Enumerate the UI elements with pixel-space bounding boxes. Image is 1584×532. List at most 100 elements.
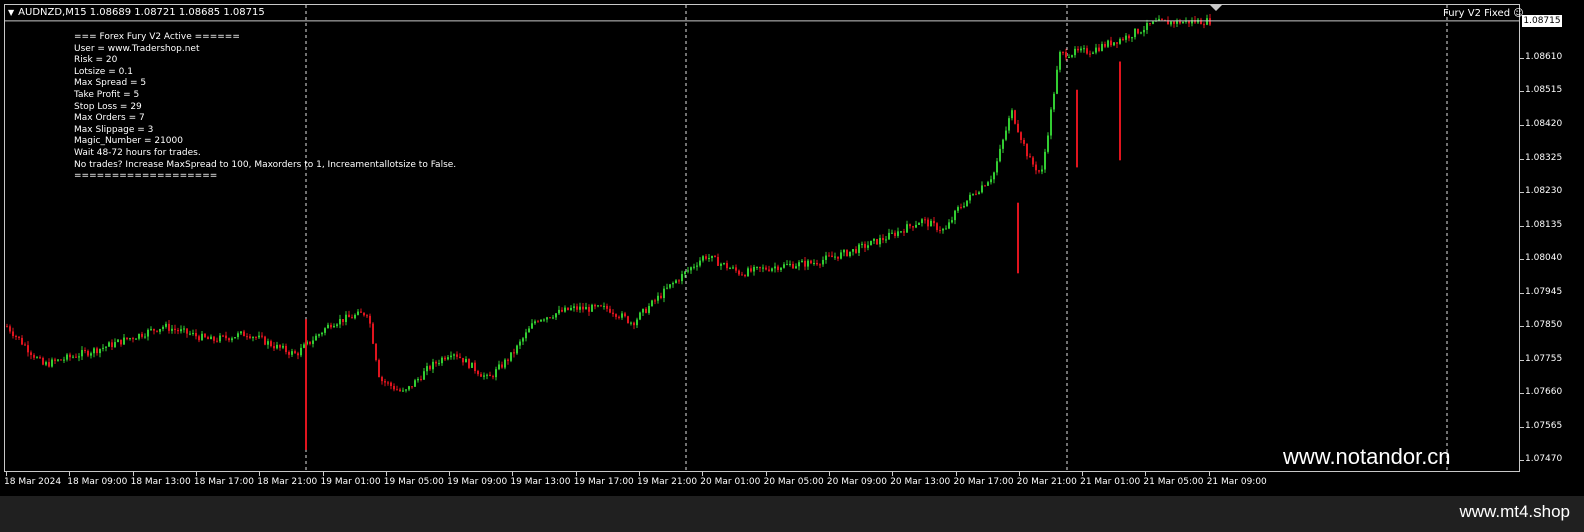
candle-body [852, 249, 854, 252]
candle-body [765, 267, 767, 270]
candle-body [504, 359, 506, 368]
time-label: 19 Mar 09:00 [447, 477, 508, 487]
candle-body [591, 304, 593, 312]
price-scale[interactable] [1520, 0, 1584, 474]
candle-body [444, 357, 446, 360]
candle-body [1119, 38, 1121, 44]
candle-body [414, 380, 416, 387]
time-tick [385, 472, 387, 476]
candle-body [981, 185, 983, 193]
candle-body [831, 255, 833, 258]
candle-body [213, 336, 215, 341]
time-tick [828, 472, 830, 476]
candle-body [105, 346, 107, 348]
candle-body [1038, 170, 1040, 172]
candle-body [240, 331, 242, 334]
candle-body [855, 249, 857, 253]
candle-body [564, 307, 566, 312]
candle-body [291, 351, 293, 355]
candle-body [663, 288, 665, 299]
candle-body [873, 238, 875, 241]
price-label: 1.08040 [1525, 253, 1563, 264]
candle-body [24, 344, 26, 346]
candle-body [171, 328, 173, 331]
candle-body [840, 252, 842, 259]
candle-body [804, 260, 806, 267]
candle-body [279, 344, 281, 348]
candle-body [1080, 48, 1082, 51]
price-tick [1520, 326, 1524, 328]
candle-body [84, 350, 86, 352]
info-line: Lotsize = 0.1 [74, 66, 133, 77]
candle-body [1206, 18, 1208, 25]
candle-body [1029, 156, 1031, 158]
candle-body [168, 323, 170, 331]
candle-body [207, 337, 209, 340]
candle-body [216, 340, 218, 342]
candle-body [369, 315, 371, 324]
symbol-header[interactable]: ▼ AUDNZD,M15 1.08689 1.08721 1.08685 1.0… [8, 7, 265, 18]
candle-body [843, 250, 845, 253]
candle-body [333, 325, 335, 328]
candle-body [423, 371, 425, 380]
candle-body [372, 323, 374, 344]
info-line: Magic_Number = 21000 [74, 136, 183, 147]
candle-body [297, 353, 299, 356]
candle-body [234, 337, 236, 339]
candle-body [468, 358, 470, 368]
candle-body [264, 336, 266, 345]
candle-body [1092, 52, 1094, 54]
candle-body [210, 336, 212, 340]
price-label: 1.08610 [1525, 51, 1563, 62]
candle-body [957, 207, 959, 211]
candle-body [900, 231, 902, 233]
candle-body [690, 267, 692, 271]
time-label: 20 Mar 01:00 [700, 477, 761, 487]
time-label: 18 Mar 09:00 [67, 477, 128, 487]
candle-body [828, 255, 830, 257]
candle-body [255, 337, 257, 339]
candle-body [1002, 139, 1004, 149]
price-tick [1520, 460, 1524, 462]
candle-body [993, 172, 995, 180]
time-tick [702, 472, 704, 476]
candle-body [1095, 47, 1097, 53]
price-tick [1520, 125, 1524, 127]
candle-body [918, 223, 920, 225]
candle-body [642, 308, 644, 313]
candle-body [375, 343, 377, 361]
candle-body [426, 366, 428, 372]
candle-body [180, 329, 182, 332]
candle-body [741, 274, 743, 276]
dropdown-triangle-icon[interactable]: ▼ [8, 8, 14, 17]
candle-body [15, 335, 17, 337]
info-line: Max Orders = 7 [74, 113, 145, 124]
time-label: 19 Mar 01:00 [320, 477, 381, 487]
candle-body [528, 328, 530, 333]
candle-body [429, 366, 431, 370]
candle-body [108, 342, 110, 347]
candle-body [159, 328, 161, 332]
candle-body [315, 335, 317, 341]
candle-body [204, 333, 206, 338]
candle-body [759, 266, 761, 269]
candle-body [633, 322, 635, 326]
candle-body [582, 306, 584, 310]
candle-body [723, 263, 725, 265]
candle-body [894, 232, 896, 236]
candle-body [1209, 18, 1211, 25]
candle-body [711, 255, 713, 258]
candle-body [276, 344, 278, 349]
candle-body [744, 274, 746, 277]
candle-body [447, 357, 449, 360]
candle-body [1065, 52, 1067, 58]
candle-body [1152, 21, 1154, 24]
candle-body [126, 337, 128, 340]
candle-body [288, 351, 290, 355]
candle-body [609, 308, 611, 313]
candle-body [1143, 29, 1145, 33]
time-tick [892, 472, 894, 476]
candle-body [822, 259, 824, 265]
candle-body [687, 270, 689, 272]
candle-body [963, 206, 965, 208]
